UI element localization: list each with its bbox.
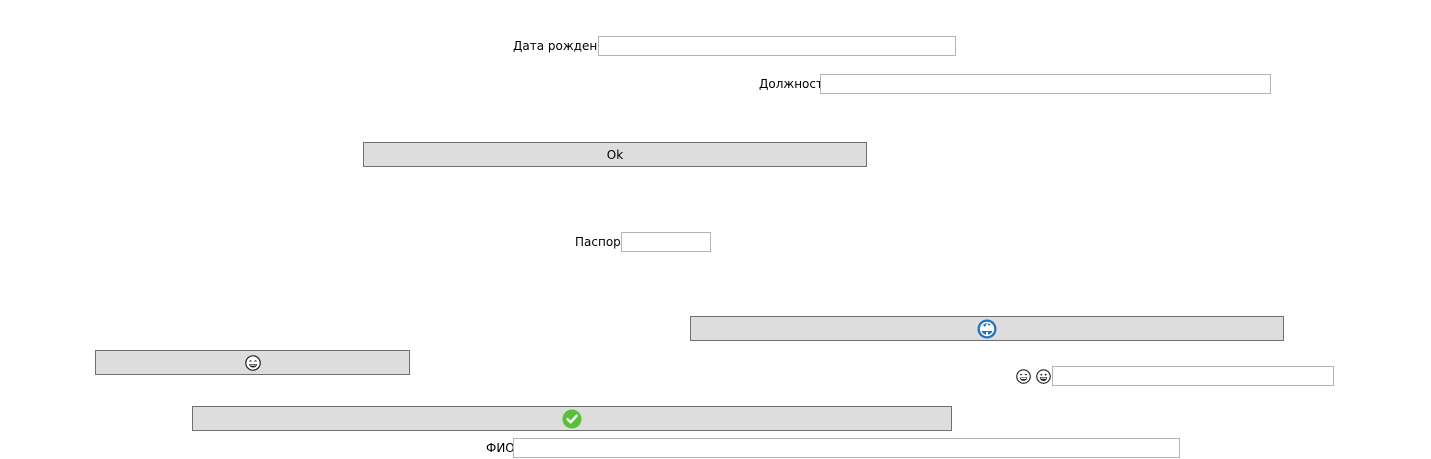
passport-label: Паспорт: [575, 235, 628, 249]
full-name-label: ФИО: [486, 441, 515, 455]
ok-button[interactable]: Ok: [363, 142, 867, 167]
grinning-face-button[interactable]: [95, 350, 410, 375]
grinning-face-icon: [1016, 369, 1031, 384]
check-button[interactable]: [192, 406, 952, 431]
globe-icon: [977, 319, 997, 339]
ok-button-label: Ok: [606, 147, 624, 162]
globe-button[interactable]: [690, 316, 1284, 341]
smiling-face-icon: [1036, 369, 1051, 384]
position-field[interactable]: [820, 74, 1271, 94]
passport-field[interactable]: [621, 232, 711, 252]
grinning-face-icon: [244, 354, 261, 371]
emoji-field[interactable]: [1052, 366, 1334, 386]
full-name-field[interactable]: [513, 438, 1180, 458]
checkmark-icon: [562, 409, 582, 429]
birth-date-field[interactable]: [598, 36, 956, 56]
